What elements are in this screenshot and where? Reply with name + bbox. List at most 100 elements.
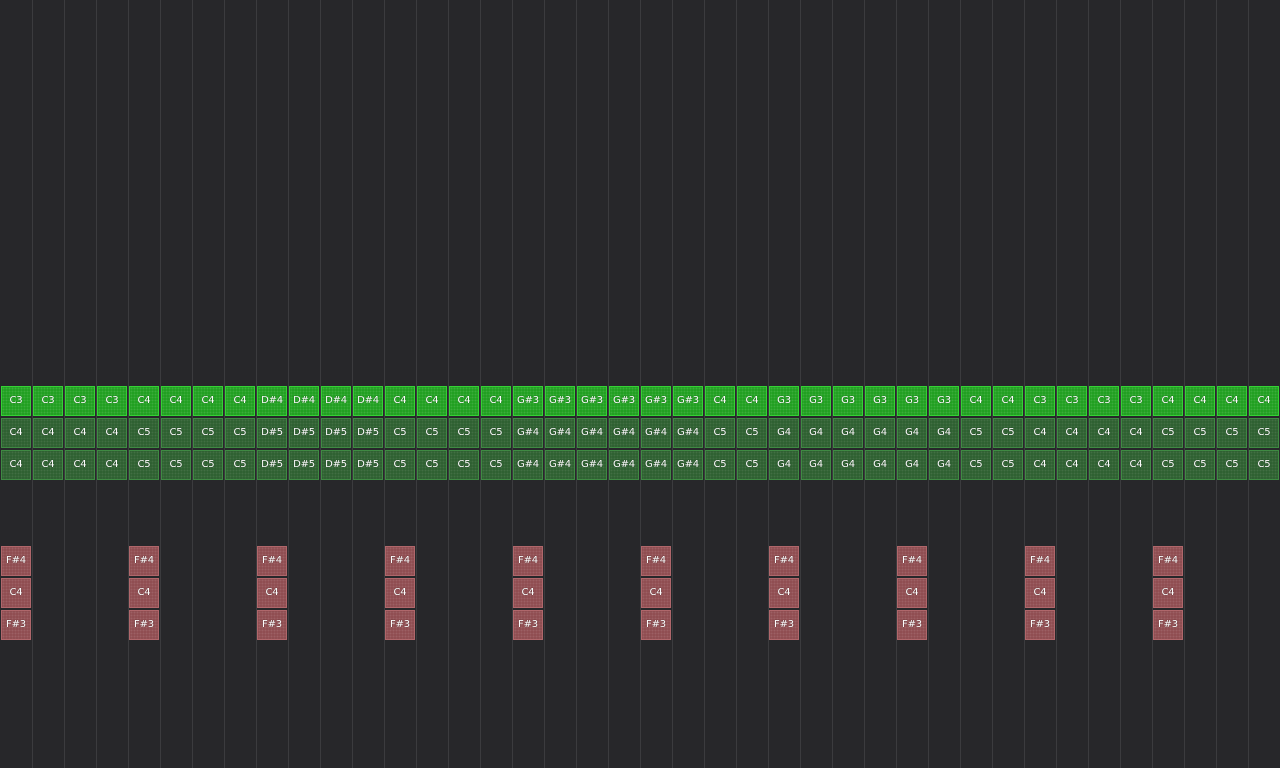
melody-note[interactable]: D#4 <box>257 386 287 416</box>
harmony-note[interactable]: G#4 <box>577 418 607 448</box>
percussion-note[interactable]: F#4 <box>129 546 159 576</box>
harmony-note[interactable]: C5 <box>193 418 223 448</box>
melody-note[interactable]: C4 <box>129 386 159 416</box>
harmony-note[interactable]: C5 <box>705 450 735 480</box>
melody-note[interactable]: C3 <box>1121 386 1151 416</box>
melody-note[interactable]: C3 <box>97 386 127 416</box>
melody-note[interactable]: G#3 <box>641 386 671 416</box>
melody-note[interactable]: C4 <box>705 386 735 416</box>
percussion-note[interactable]: C4 <box>897 578 927 608</box>
percussion-note[interactable]: C4 <box>1153 578 1183 608</box>
harmony-note[interactable]: C5 <box>737 418 767 448</box>
harmony-note[interactable]: C4 <box>1025 418 1055 448</box>
harmony-note[interactable]: C4 <box>1121 450 1151 480</box>
melody-note[interactable]: G3 <box>929 386 959 416</box>
melody-note[interactable]: C4 <box>225 386 255 416</box>
melody-note[interactable]: C4 <box>193 386 223 416</box>
harmony-note[interactable]: C5 <box>161 450 191 480</box>
melody-note[interactable]: G3 <box>833 386 863 416</box>
melody-note[interactable]: C3 <box>1089 386 1119 416</box>
harmony-note[interactable]: C4 <box>1 418 31 448</box>
melody-note[interactable]: G#3 <box>577 386 607 416</box>
harmony-note[interactable]: G4 <box>801 450 831 480</box>
percussion-note[interactable]: F#3 <box>129 610 159 640</box>
harmony-note[interactable]: C4 <box>33 418 63 448</box>
harmony-note[interactable]: D#5 <box>257 450 287 480</box>
harmony-note[interactable]: C5 <box>481 450 511 480</box>
melody-note[interactable]: C4 <box>1217 386 1247 416</box>
percussion-note[interactable]: C4 <box>513 578 543 608</box>
melody-note[interactable]: C4 <box>961 386 991 416</box>
percussion-note[interactable]: F#4 <box>1025 546 1055 576</box>
melody-note[interactable]: C4 <box>993 386 1023 416</box>
harmony-note[interactable]: C5 <box>449 418 479 448</box>
harmony-note[interactable]: G4 <box>769 450 799 480</box>
harmony-note[interactable]: C4 <box>1089 450 1119 480</box>
harmony-note[interactable]: D#5 <box>353 450 383 480</box>
melody-note[interactable]: C4 <box>449 386 479 416</box>
harmony-note[interactable]: C5 <box>705 418 735 448</box>
harmony-note[interactable]: C5 <box>225 450 255 480</box>
percussion-note[interactable]: F#3 <box>1 610 31 640</box>
melody-note[interactable]: C4 <box>1249 386 1279 416</box>
harmony-note[interactable]: G#4 <box>545 418 575 448</box>
melody-note[interactable]: D#4 <box>353 386 383 416</box>
melody-note[interactable]: G3 <box>897 386 927 416</box>
percussion-note[interactable]: F#3 <box>1025 610 1055 640</box>
harmony-note[interactable]: C5 <box>385 450 415 480</box>
harmony-note[interactable]: G#4 <box>673 418 703 448</box>
harmony-note[interactable]: C5 <box>961 450 991 480</box>
percussion-note[interactable]: F#3 <box>1153 610 1183 640</box>
harmony-note[interactable]: G#4 <box>513 418 543 448</box>
harmony-note[interactable]: C5 <box>1185 418 1215 448</box>
melody-note[interactable]: G#3 <box>513 386 543 416</box>
harmony-note[interactable]: G#4 <box>641 450 671 480</box>
harmony-note[interactable]: D#5 <box>257 418 287 448</box>
harmony-note[interactable]: C5 <box>385 418 415 448</box>
harmony-note[interactable]: C4 <box>97 418 127 448</box>
harmony-note[interactable]: G#4 <box>673 450 703 480</box>
harmony-note[interactable]: G#4 <box>609 450 639 480</box>
harmony-note[interactable]: G4 <box>897 450 927 480</box>
percussion-note[interactable]: F#4 <box>897 546 927 576</box>
melody-note[interactable]: G3 <box>865 386 895 416</box>
sequencer-grid[interactable]: C3 C3 C3 C3 C4 C4 C4 C4 D#4 D#4 D#4 D#4 C4 C4 C4 C4 G#3 G… <box>0 0 1280 768</box>
percussion-note[interactable]: F#4 <box>1 546 31 576</box>
harmony-note[interactable]: C5 <box>417 450 447 480</box>
melody-note[interactable]: D#4 <box>321 386 351 416</box>
percussion-note[interactable]: F#4 <box>513 546 543 576</box>
harmony-note[interactable]: G4 <box>929 418 959 448</box>
harmony-note[interactable]: D#5 <box>321 418 351 448</box>
harmony-note[interactable]: C5 <box>481 418 511 448</box>
melody-note[interactable]: C3 <box>1057 386 1087 416</box>
harmony-note[interactable]: C5 <box>993 450 1023 480</box>
harmony-note[interactable]: G4 <box>929 450 959 480</box>
percussion-note[interactable]: F#3 <box>257 610 287 640</box>
harmony-note[interactable]: G4 <box>897 418 927 448</box>
melody-note[interactable]: C4 <box>385 386 415 416</box>
harmony-note[interactable]: C5 <box>1249 418 1279 448</box>
percussion-note[interactable]: F#3 <box>385 610 415 640</box>
harmony-note[interactable]: C4 <box>1 450 31 480</box>
percussion-note[interactable]: C4 <box>641 578 671 608</box>
percussion-note[interactable]: C4 <box>1025 578 1055 608</box>
harmony-note[interactable]: C5 <box>1217 418 1247 448</box>
harmony-note[interactable]: G4 <box>801 418 831 448</box>
harmony-note[interactable]: C4 <box>1057 418 1087 448</box>
melody-note[interactable]: C4 <box>161 386 191 416</box>
percussion-note[interactable]: C4 <box>1 578 31 608</box>
harmony-note[interactable]: C4 <box>1025 450 1055 480</box>
harmony-note[interactable]: C5 <box>225 418 255 448</box>
harmony-note[interactable]: C4 <box>1057 450 1087 480</box>
harmony-note[interactable]: G4 <box>833 418 863 448</box>
melody-note[interactable]: C4 <box>481 386 511 416</box>
harmony-note[interactable]: C4 <box>97 450 127 480</box>
harmony-note[interactable]: C4 <box>65 418 95 448</box>
harmony-note[interactable]: G#4 <box>609 418 639 448</box>
harmony-note[interactable]: G4 <box>833 450 863 480</box>
harmony-note[interactable]: D#5 <box>289 418 319 448</box>
melody-note[interactable]: D#4 <box>289 386 319 416</box>
melody-note[interactable]: C4 <box>1153 386 1183 416</box>
harmony-note[interactable]: C5 <box>417 418 447 448</box>
percussion-note[interactable]: C4 <box>385 578 415 608</box>
